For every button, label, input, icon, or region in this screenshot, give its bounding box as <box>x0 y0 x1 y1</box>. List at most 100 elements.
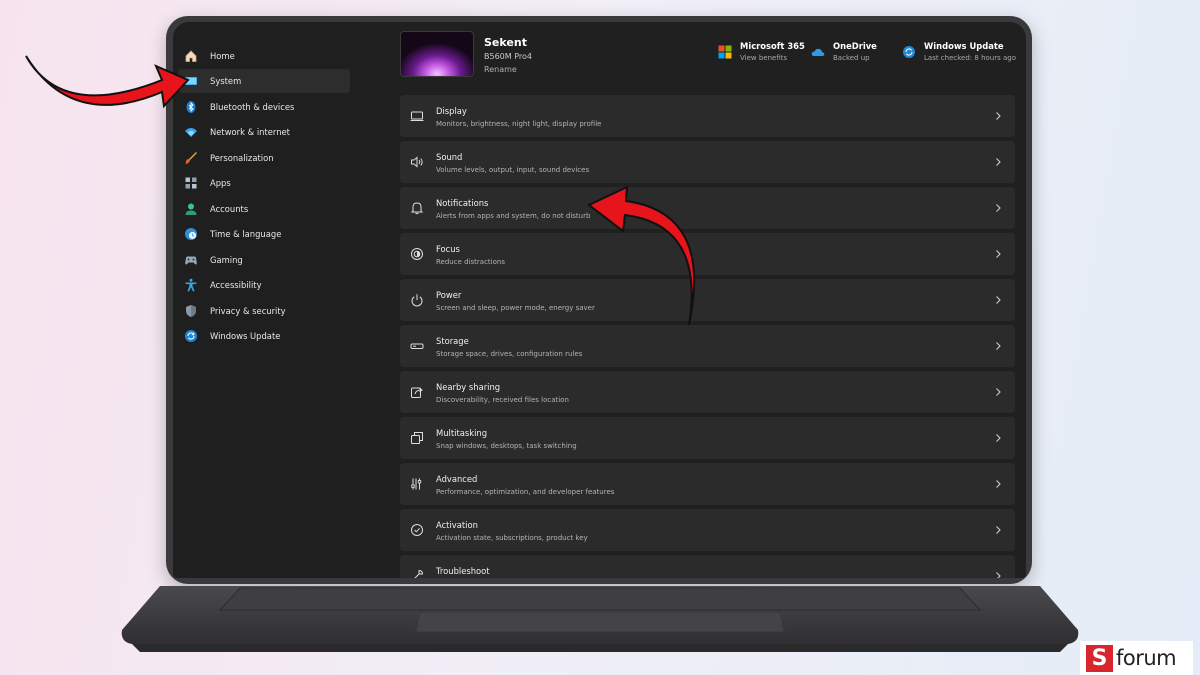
speaker-icon <box>411 156 423 168</box>
chevron-right-icon <box>996 526 1001 534</box>
row-title: Focus <box>436 244 460 254</box>
multitask-icon <box>411 432 423 444</box>
device-name: Sekent <box>484 36 527 49</box>
settings-row-multitasking[interactable]: Multitasking Snap windows, desktops, tas… <box>400 417 1015 459</box>
wrench-icon <box>414 569 424 578</box>
row-title: Activation <box>436 520 478 530</box>
row-title: Power <box>436 290 462 300</box>
check-circle-icon <box>411 524 423 536</box>
sidebar-item-label: Personalization <box>210 153 274 163</box>
row-title: Display <box>436 106 467 116</box>
chevron-right-icon <box>996 572 1001 578</box>
sidebar-item-label: Windows Update <box>210 331 281 341</box>
account-icon <box>184 202 198 216</box>
row-title: Advanced <box>436 474 478 484</box>
device-model: B560M Pro4 <box>484 52 532 61</box>
row-subtitle: Activation state, subscriptions, product… <box>436 534 588 542</box>
settings-window: Home System Bluetooth & devices Network … <box>173 22 1026 578</box>
globe-clock-icon <box>184 227 198 241</box>
sidebar-item-home[interactable]: Home <box>178 44 350 68</box>
windows-update-title: Windows Update <box>924 41 1004 51</box>
sidebar-item-bluetooth[interactable]: Bluetooth & devices <box>178 95 350 119</box>
sidebar-item-label: Time & language <box>210 229 282 239</box>
sidebar-item-label: Accessibility <box>210 280 262 290</box>
microsoft365-title: Microsoft 365 <box>740 41 805 51</box>
chevron-right-icon <box>996 158 1001 166</box>
row-subtitle: Screen and sleep, power mode, energy sav… <box>436 304 595 312</box>
rename-link[interactable]: Rename <box>484 65 517 74</box>
microsoft365-status[interactable]: Microsoft 365 View benefits <box>718 41 805 62</box>
settings-row-power[interactable]: Power Screen and sleep, power mode, ener… <box>400 279 1015 321</box>
chevron-right-icon <box>996 388 1001 396</box>
storage-icon <box>410 343 424 349</box>
sidebar-item-label: Gaming <box>210 255 243 265</box>
sidebar-item-network[interactable]: Network & internet <box>178 120 350 144</box>
sidebar-item-gaming[interactable]: Gaming <box>178 248 350 272</box>
logo-text: forum <box>1116 646 1177 670</box>
home-icon <box>184 49 198 63</box>
settings-row-sound[interactable]: Sound Volume levels, output, input, soun… <box>400 141 1015 183</box>
sidebar-item-system[interactable]: System <box>178 69 350 93</box>
windows-update-subtitle: Last checked: 8 hours ago <box>924 54 1016 62</box>
settings-row-troubleshoot[interactable]: Troubleshoot <box>400 555 1015 578</box>
row-subtitle: Discoverability, received files location <box>436 396 569 404</box>
sidebar-item-personalization[interactable]: Personalization <box>178 146 350 170</box>
row-title: Multitasking <box>436 428 488 438</box>
chevron-right-icon <box>996 204 1001 212</box>
brush-icon <box>184 151 198 165</box>
apps-icon <box>184 176 198 190</box>
settings-row-focus[interactable]: Focus Reduce distractions <box>400 233 1015 275</box>
settings-row-advanced[interactable]: Advanced Performance, optimization, and … <box>400 463 1015 505</box>
bluetooth-icon <box>184 100 198 114</box>
microsoft-logo-icon <box>718 45 732 59</box>
sidebar-item-label: Home <box>210 51 235 61</box>
onedrive-status[interactable]: OneDrive Backed up <box>811 41 877 62</box>
chevron-right-icon <box>996 342 1001 350</box>
windows-update-status[interactable]: Windows Update Last checked: 8 hours ago <box>902 41 1016 62</box>
settings-row-storage[interactable]: Storage Storage space, drives, configura… <box>400 325 1015 367</box>
sidebar-item-label: System <box>210 76 242 86</box>
shield-icon <box>184 304 198 318</box>
share-icon <box>411 387 423 398</box>
device-wallpaper-thumbnail <box>400 31 474 77</box>
power-icon <box>411 294 423 307</box>
chevron-right-icon <box>996 250 1001 258</box>
chevron-right-icon <box>996 434 1001 442</box>
sidebar-item-label: Accounts <box>210 204 249 214</box>
row-subtitle: Volume levels, output, input, sound devi… <box>436 166 590 174</box>
sidebar-item-time-language[interactable]: Time & language <box>178 222 350 246</box>
sidebar-item-accounts[interactable]: Accounts <box>178 197 350 221</box>
chevron-right-icon <box>996 480 1001 488</box>
sync-icon <box>903 46 915 58</box>
settings-row-activation[interactable]: Activation Activation state, subscriptio… <box>400 509 1015 551</box>
focus-icon <box>411 248 423 260</box>
row-subtitle: Storage space, drives, configuration rul… <box>436 350 583 358</box>
sidebar-item-label: Network & internet <box>210 127 290 137</box>
sync-icon <box>184 329 198 343</box>
row-subtitle: Monitors, brightness, night light, displ… <box>436 120 602 128</box>
sidebar-item-accessibility[interactable]: Accessibility <box>178 273 350 297</box>
cloud-icon <box>811 48 825 56</box>
settings-row-nearby-sharing[interactable]: Nearby sharing Discoverability, received… <box>400 371 1015 413</box>
row-subtitle: Alerts from apps and system, do not dist… <box>436 212 591 220</box>
sidebar-item-windows-update[interactable]: Windows Update <box>178 324 350 348</box>
advanced-icon <box>411 478 422 490</box>
settings-row-display[interactable]: Display Monitors, brightness, night ligh… <box>400 95 1015 137</box>
sidebar-item-label: Privacy & security <box>210 306 286 316</box>
onedrive-title: OneDrive <box>833 41 877 51</box>
microsoft365-subtitle: View benefits <box>740 54 788 62</box>
onedrive-subtitle: Backed up <box>833 54 870 62</box>
gamepad-icon <box>184 253 198 267</box>
row-title: Notifications <box>436 198 489 208</box>
sidebar-item-apps[interactable]: Apps <box>178 171 350 195</box>
accessibility-icon <box>184 278 198 292</box>
chevron-right-icon <box>996 112 1001 120</box>
row-subtitle: Snap windows, desktops, task switching <box>436 442 577 450</box>
system-icon <box>184 74 198 88</box>
sforum-logo: S forum <box>1080 641 1193 675</box>
sidebar-item-label: Bluetooth & devices <box>210 102 295 112</box>
sidebar-item-privacy[interactable]: Privacy & security <box>178 299 350 323</box>
settings-row-notifications[interactable]: Notifications Alerts from apps and syste… <box>400 187 1015 229</box>
row-subtitle: Reduce distractions <box>436 258 505 266</box>
laptop-base <box>120 582 1080 652</box>
